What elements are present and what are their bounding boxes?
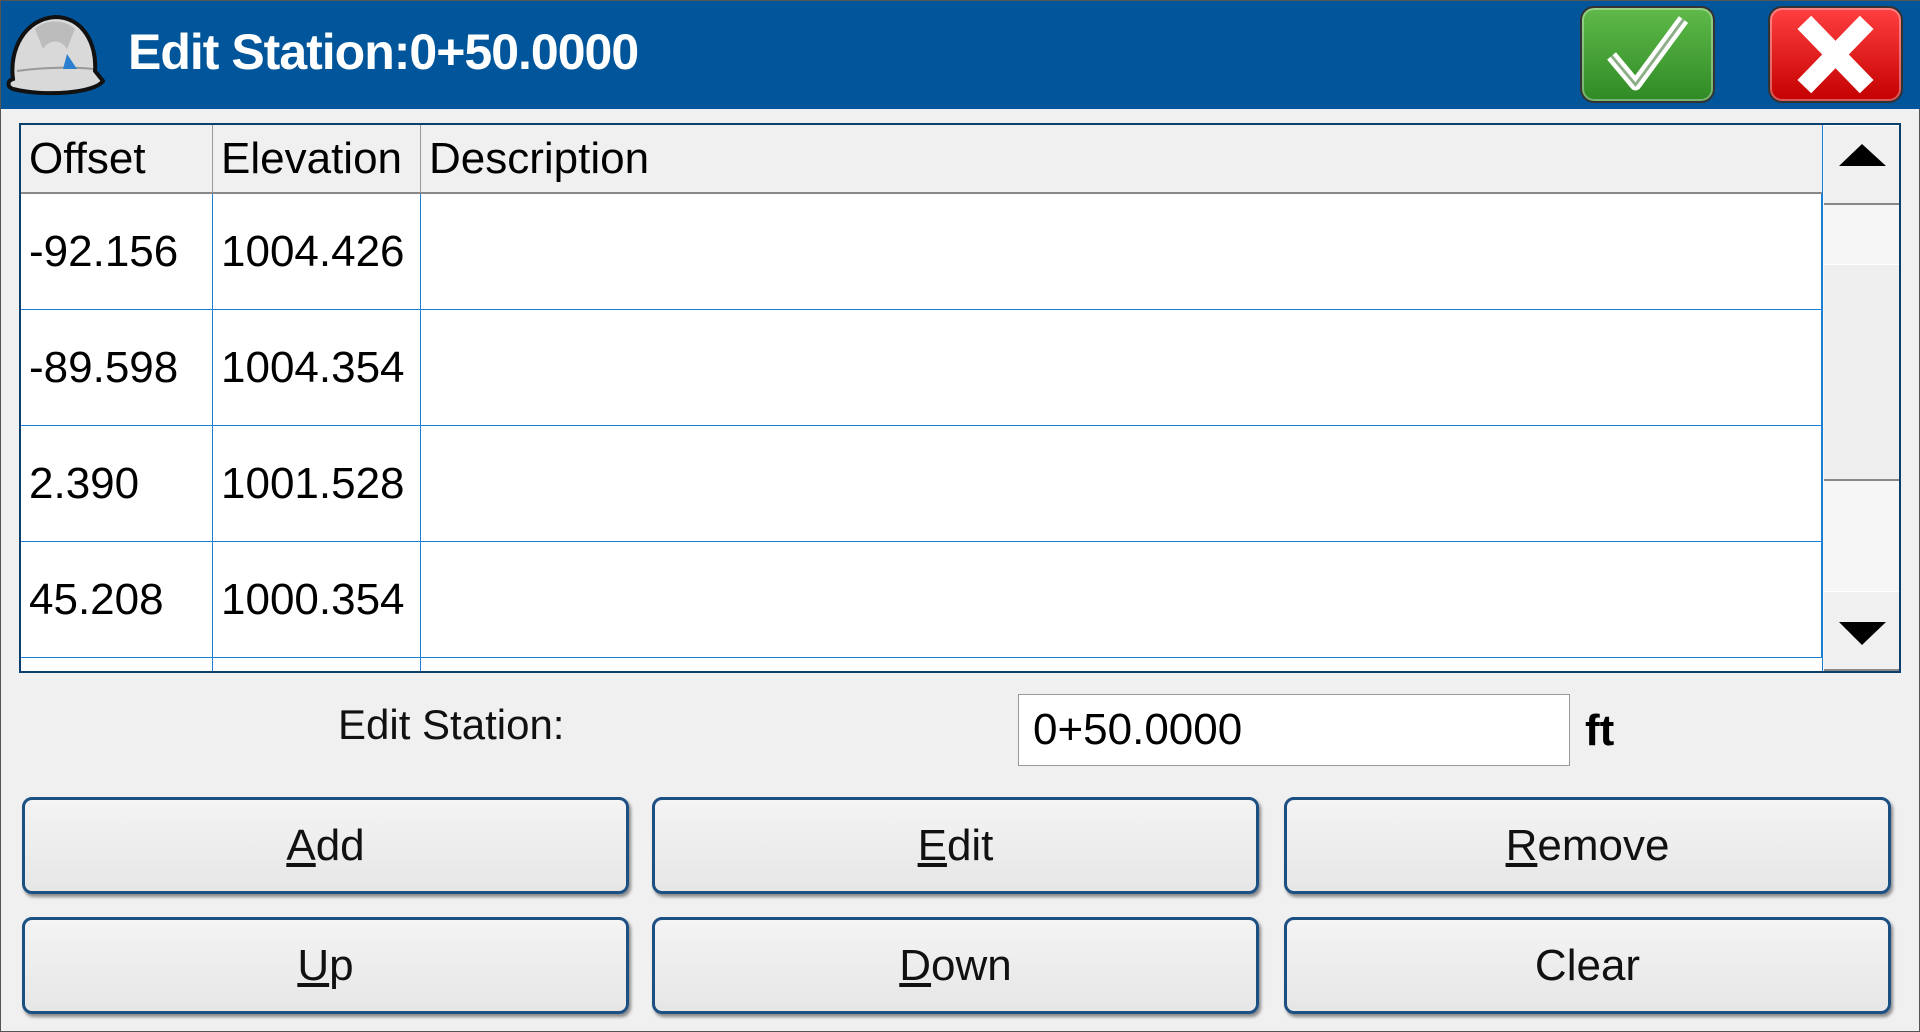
ok-button[interactable] [1580,6,1715,103]
remove-button[interactable]: Remove [1284,797,1891,894]
offset-cell: -89.598 [21,310,213,426]
offset-cell [21,658,213,671]
scroll-up-button[interactable] [1824,125,1899,205]
table-row[interactable]: -89.598 1004.354 [21,310,1822,426]
station-points-table: Offset Elevation Description -92.156 100… [19,123,1901,673]
description-cell [421,194,1822,310]
mnemonic: D [899,941,932,990]
down-button[interactable]: Down [652,917,1259,1014]
scroll-down-button[interactable] [1824,591,1899,671]
table-row[interactable]: -92.156 1004.426 [21,194,1822,310]
elevation-cell: 1000.354 [213,542,421,658]
up-button[interactable]: Up [22,917,629,1014]
elevation-cell: 1004.426 [213,194,421,310]
button-label: p [329,941,354,990]
table-row[interactable]: 45.208 1000.354 [21,542,1822,658]
button-label: dit [946,821,994,870]
mnemonic: R [1505,821,1538,870]
table-header: Offset Elevation Description [21,125,1822,194]
offset-cell: 45.208 [21,542,213,658]
edit-station-input[interactable] [1018,694,1570,766]
clear-button[interactable]: Clear [1284,917,1891,1014]
button-label: dd [315,821,365,870]
unit-label: ft [1585,706,1615,755]
column-header-offset[interactable]: Offset [21,125,213,192]
column-header-description[interactable]: Description [421,125,1822,192]
table-row-partial[interactable] [21,658,1822,671]
elevation-cell: 1001.528 [213,426,421,542]
elevation-cell [213,658,421,671]
mnemonic: A [286,821,316,870]
vertical-scrollbar[interactable] [1822,125,1899,671]
arrow-down-icon [1839,622,1886,645]
button-label: emove [1537,821,1670,870]
scrollbar-thumb[interactable] [1824,264,1899,481]
description-cell [421,310,1822,426]
button-label: Clear [1534,941,1641,990]
cancel-button[interactable] [1768,6,1903,103]
window-title: Edit Station:0+50.0000 [128,24,639,80]
description-cell [421,542,1822,658]
offset-cell: -92.156 [21,194,213,310]
button-label: own [931,941,1012,990]
close-x-icon [1797,15,1874,94]
add-button[interactable]: Add [22,797,629,894]
edit-button[interactable]: Edit [652,797,1259,894]
table-row[interactable]: 2.390 1001.528 [21,426,1822,542]
column-header-elevation[interactable]: Elevation [213,125,421,192]
title-bar: Edit Station:0+50.0000 [1,1,1920,109]
elevation-cell: 1004.354 [213,310,421,426]
checkmark-icon [1607,16,1689,91]
description-cell [421,426,1822,542]
mnemonic: U [297,941,330,990]
edit-station-label: Edit Station: [338,701,565,748]
arrow-up-icon [1839,144,1886,166]
mnemonic: E [917,821,947,870]
hard-hat-logo-icon [6,14,105,96]
offset-cell: 2.390 [21,426,213,542]
